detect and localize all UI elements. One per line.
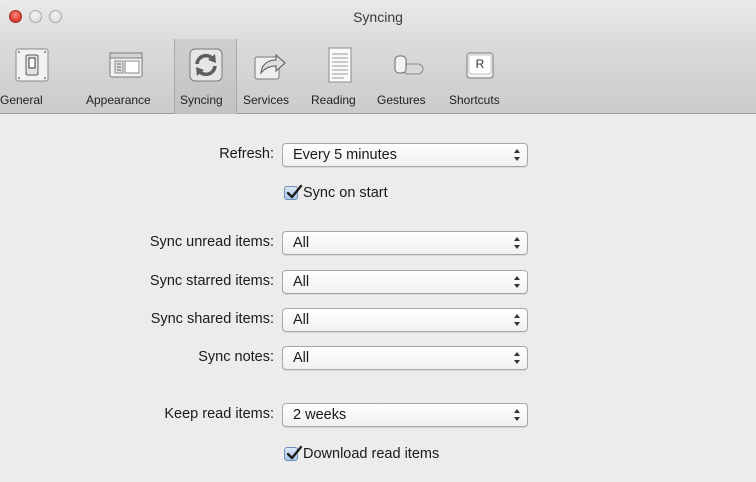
toolbar-label-shortcuts: Shortcuts xyxy=(449,93,500,107)
popup-arrows-icon xyxy=(514,237,520,249)
toolbar-label-reading: Reading xyxy=(311,93,356,107)
key-glyph: R xyxy=(475,57,485,71)
titlebar-toolbar: Syncing General Appearance Syncing Servi… xyxy=(0,0,756,114)
key-icon: R xyxy=(462,47,498,83)
toolbar-gestures[interactable]: Gestures xyxy=(377,39,429,114)
sync-on-start-checkbox[interactable] xyxy=(284,184,303,200)
preferences-window: Syncing General Appearance Syncing Servi… xyxy=(0,0,756,482)
popup-arrows-icon xyxy=(514,276,520,288)
refresh-value: Every 5 minutes xyxy=(293,147,397,163)
sync-icon xyxy=(188,47,224,83)
download-read-checkbox[interactable] xyxy=(284,445,303,461)
toolbar-label-services: Services xyxy=(243,93,290,107)
download-read-checkbox-row[interactable]: Download read items xyxy=(284,444,439,464)
popup-arrows-icon xyxy=(514,409,520,421)
switch-icon xyxy=(14,47,50,83)
toolbar-label-syncing: Syncing xyxy=(180,93,223,107)
toolbar-appearance[interactable]: Appearance xyxy=(86,39,151,114)
sync-starred-value: All xyxy=(293,274,310,290)
sync-unread-value: All xyxy=(293,235,310,251)
checkmark-icon xyxy=(286,445,303,460)
sync-on-start-checkbox-row[interactable]: Sync on start xyxy=(284,183,388,203)
toolbar-label-appearance: Appearance xyxy=(86,93,151,107)
sync-shared-label: Sync shared items: xyxy=(150,311,274,327)
refresh-popup[interactable]: Every 5 minutes xyxy=(282,143,528,167)
popup-arrows-icon xyxy=(514,314,520,326)
sync-notes-popup[interactable]: All xyxy=(282,346,528,370)
sync-notes-label: Sync notes: xyxy=(198,349,274,365)
keep-read-label: Keep read items: xyxy=(164,406,274,422)
download-read-label: Download read items xyxy=(303,446,440,462)
toolbar-label-general: General xyxy=(0,93,43,107)
checkmark-icon xyxy=(286,184,303,199)
toolbar-syncing[interactable]: Syncing xyxy=(174,39,237,114)
sync-unread-label: Sync unread items: xyxy=(149,234,274,250)
toolbar-reading[interactable]: Reading xyxy=(311,39,360,114)
keep-read-popup[interactable]: 2 weeks xyxy=(282,403,528,427)
sync-on-start-label: Sync on start xyxy=(303,185,388,201)
sync-unread-popup[interactable]: All xyxy=(282,231,528,255)
toolbar-services[interactable]: Services xyxy=(243,39,290,114)
share-arrow-icon xyxy=(252,47,288,83)
sync-shared-popup[interactable]: All xyxy=(282,308,528,332)
syncing-preferences-pane: Refresh: Every 5 minutes Sync on start S… xyxy=(0,114,756,482)
keep-read-value: 2 weeks xyxy=(293,407,347,423)
refresh-label: Refresh: xyxy=(219,146,274,162)
sync-notes-value: All xyxy=(293,350,310,366)
toolbar-general[interactable]: General xyxy=(0,39,52,114)
popup-arrows-icon xyxy=(514,352,520,364)
sync-shared-value: All xyxy=(293,312,310,328)
popup-arrows-icon xyxy=(514,149,520,161)
sync-starred-label: Sync starred items: xyxy=(149,273,274,289)
sync-starred-popup[interactable]: All xyxy=(282,270,528,294)
window-title: Syncing xyxy=(353,9,403,25)
toggle-icon xyxy=(391,47,427,83)
document-icon xyxy=(322,47,358,83)
toolbar-label-gestures: Gestures xyxy=(377,93,426,107)
toolbar-shortcuts[interactable]: R Shortcuts xyxy=(449,39,500,114)
window-layout-icon xyxy=(108,47,144,83)
